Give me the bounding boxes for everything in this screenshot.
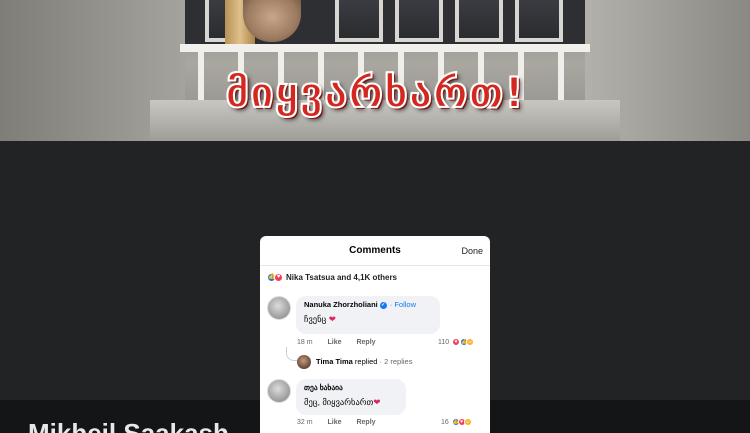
comment-author[interactable]: Nanuka Zhorzholiani [304, 300, 378, 309]
reaction-count: 110 [438, 338, 450, 346]
comment-author-line: Nanuka Zhorzholiani ✓ · Follow [304, 300, 432, 309]
love-reaction-icon: ♥ [452, 338, 461, 346]
comment-author[interactable]: თეა ხახაია [304, 383, 398, 392]
comment-actions: 18 m Like Reply [297, 339, 389, 346]
caption-text: Mikheil Saakash [28, 418, 229, 433]
comment-text: მეც, მიყვარხართ [304, 397, 374, 407]
reply-author: Tima Tima [316, 357, 353, 366]
view-replies-link[interactable]: Tima Tima replied · 2 replies [316, 357, 412, 366]
haha-reaction-icon: ☺ [466, 338, 475, 346]
follow-link[interactable]: · Follow [390, 300, 416, 309]
comment-text-line: ჩვენც ❤ [304, 314, 432, 325]
window-pane [395, 0, 443, 42]
comment-time: 32 m [297, 419, 313, 426]
balcony-rail [180, 44, 590, 52]
comment-text: ჩვენც [304, 314, 327, 324]
slogan-overlay: მიყვარხართ! [224, 67, 525, 118]
comment-text-line: მეც, მიყვარხართ❤ [304, 397, 398, 408]
avatar[interactable] [267, 296, 291, 320]
comments-header: Comments Done [260, 236, 490, 266]
comment-reaction-count[interactable]: 110 ♥ 👍☺ [438, 338, 475, 346]
reply-button[interactable]: Reply [356, 419, 375, 426]
done-button[interactable]: Done [461, 246, 483, 256]
comments-sheet: Comments Done 👍 ♥ Nika Tsatsua and 4,1K … [260, 236, 490, 433]
heart-emoji-icon: ❤ [373, 397, 381, 407]
comment-actions: 32 m Like Reply [297, 419, 389, 426]
video-frame: მიყვარხართ! Mikheil Saakash Comments Don… [0, 0, 750, 433]
love-reaction-icon: ♥ [274, 272, 283, 282]
avatar[interactable] [267, 379, 291, 403]
background-photo: მიყვარხართ! [0, 0, 750, 141]
comment-time: 18 m [297, 339, 313, 346]
comment-bubble: თეა ხახაია მეც, მიყვარხართ❤ [296, 379, 406, 415]
window-pane [335, 0, 383, 42]
reply-action: replied [354, 357, 378, 366]
reply-button[interactable]: Reply [356, 339, 375, 346]
window-pane [455, 0, 503, 42]
reply-count: · 2 replies [379, 357, 413, 366]
comments-title: Comments [349, 245, 401, 256]
haha-reaction-icon: ☺ [463, 418, 472, 426]
like-button[interactable]: Like [328, 419, 342, 426]
heart-emoji-icon: ❤ [328, 314, 336, 324]
reaction-count: 16 [441, 418, 449, 426]
reactions-summary-text: Nika Tsatsua and 4,1K others [286, 272, 397, 282]
reactions-summary[interactable]: 👍 ♥ Nika Tsatsua and 4,1K others [260, 266, 490, 288]
window-pane [515, 0, 563, 42]
like-button[interactable]: Like [328, 339, 342, 346]
verified-badge-icon: ✓ [379, 301, 387, 309]
comment-bubble: Nanuka Zhorzholiani ✓ · Follow ჩვენც ❤ [296, 296, 440, 334]
avatar[interactable] [297, 355, 311, 369]
comment-reaction-count[interactable]: 16 👍♥ ☺ [441, 418, 472, 426]
